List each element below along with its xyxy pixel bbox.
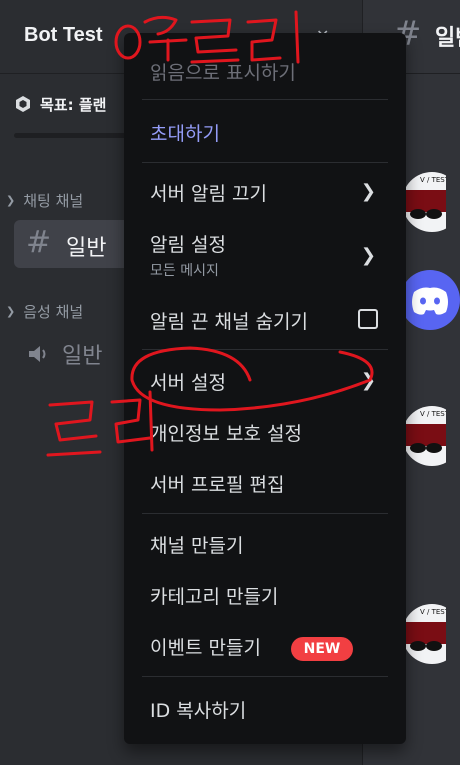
server-context-menu: 읽음으로 표시하기 초대하기 서버 알림 끄기 ❯ 알림 설정 모든 메시지 ❯…: [124, 33, 406, 744]
menu-divider: [142, 676, 388, 677]
menu-item-privacy-settings[interactable]: 개인정보 보호 설정: [150, 419, 302, 446]
bot-avatar[interactable]: V / TEST: [402, 170, 446, 234]
menu-divider: [142, 162, 388, 163]
bot-avatar[interactable]: V / TEST: [402, 602, 446, 666]
menu-item-mute-server[interactable]: 서버 알림 끄기: [150, 179, 267, 206]
bot-avatar-text: V / TEST: [420, 608, 446, 616]
goal-label: 목표: 플랜: [40, 95, 107, 114]
menu-item-edit-server-profile[interactable]: 서버 프로필 편집: [150, 470, 284, 497]
menu-divider: [142, 99, 388, 100]
chevron-right-icon: ❯: [360, 181, 376, 202]
channel-name: 일반: [62, 344, 103, 369]
category-voice-channels[interactable]: ❯ 음성 채널: [6, 301, 83, 322]
menu-item-notification-settings[interactable]: 알림 설정: [150, 230, 226, 257]
category-label: 채팅 채널: [23, 192, 84, 210]
chat-channel-title: 일반: [435, 26, 460, 51]
bot-avatar-text: V / TEST: [420, 410, 446, 418]
menu-item-create-event[interactable]: 이벤트 만들기: [150, 633, 261, 660]
bot-avatar[interactable]: V / TEST: [402, 404, 446, 468]
category-label: 음성 채널: [23, 303, 84, 321]
bot-avatar-text: V / TEST: [420, 176, 446, 184]
menu-divider: [142, 513, 388, 514]
menu-item-create-category[interactable]: 카테고리 만들기: [150, 582, 278, 609]
menu-item-hide-muted[interactable]: 알림 끈 채널 숨기기: [150, 307, 308, 334]
server-name: Bot Test: [24, 24, 103, 46]
server-goal[interactable]: 목표: 플랜: [14, 92, 106, 116]
hash-icon: #: [26, 225, 52, 260]
speaker-icon: [29, 346, 46, 362]
voice-channel-general[interactable]: 일반: [26, 338, 102, 370]
discord-avatar[interactable]: [400, 270, 460, 330]
bot-avatar-image: V / TEST: [402, 406, 446, 466]
boost-icon: [16, 96, 30, 112]
menu-item-create-channel[interactable]: 채널 만들기: [150, 531, 243, 558]
chevron-right-icon: ❯: [360, 245, 376, 266]
hide-muted-checkbox[interactable]: [358, 309, 378, 329]
channel-name: 일반: [66, 236, 107, 261]
bot-avatar-image: V / TEST: [402, 604, 446, 664]
category-text-channels[interactable]: ❯ 채팅 채널: [6, 190, 83, 211]
menu-divider: [142, 349, 388, 350]
menu-item-server-settings[interactable]: 서버 설정: [150, 368, 226, 395]
menu-item-copy-id[interactable]: ID 복사하기: [150, 696, 246, 723]
chevron-down-icon: ❯: [6, 194, 16, 207]
menu-item-invite[interactable]: 초대하기: [150, 119, 220, 146]
notification-settings-sub: 모든 메시지: [150, 263, 219, 279]
chevron-down-icon: ❯: [6, 305, 16, 318]
menu-item-mark-read[interactable]: 읽음으로 표시하기: [150, 58, 296, 85]
bot-avatar-image: V / TEST: [402, 172, 446, 232]
new-badge: NEW: [291, 637, 353, 661]
discord-logo-icon: [412, 287, 448, 315]
chevron-right-icon: ❯: [360, 370, 376, 391]
